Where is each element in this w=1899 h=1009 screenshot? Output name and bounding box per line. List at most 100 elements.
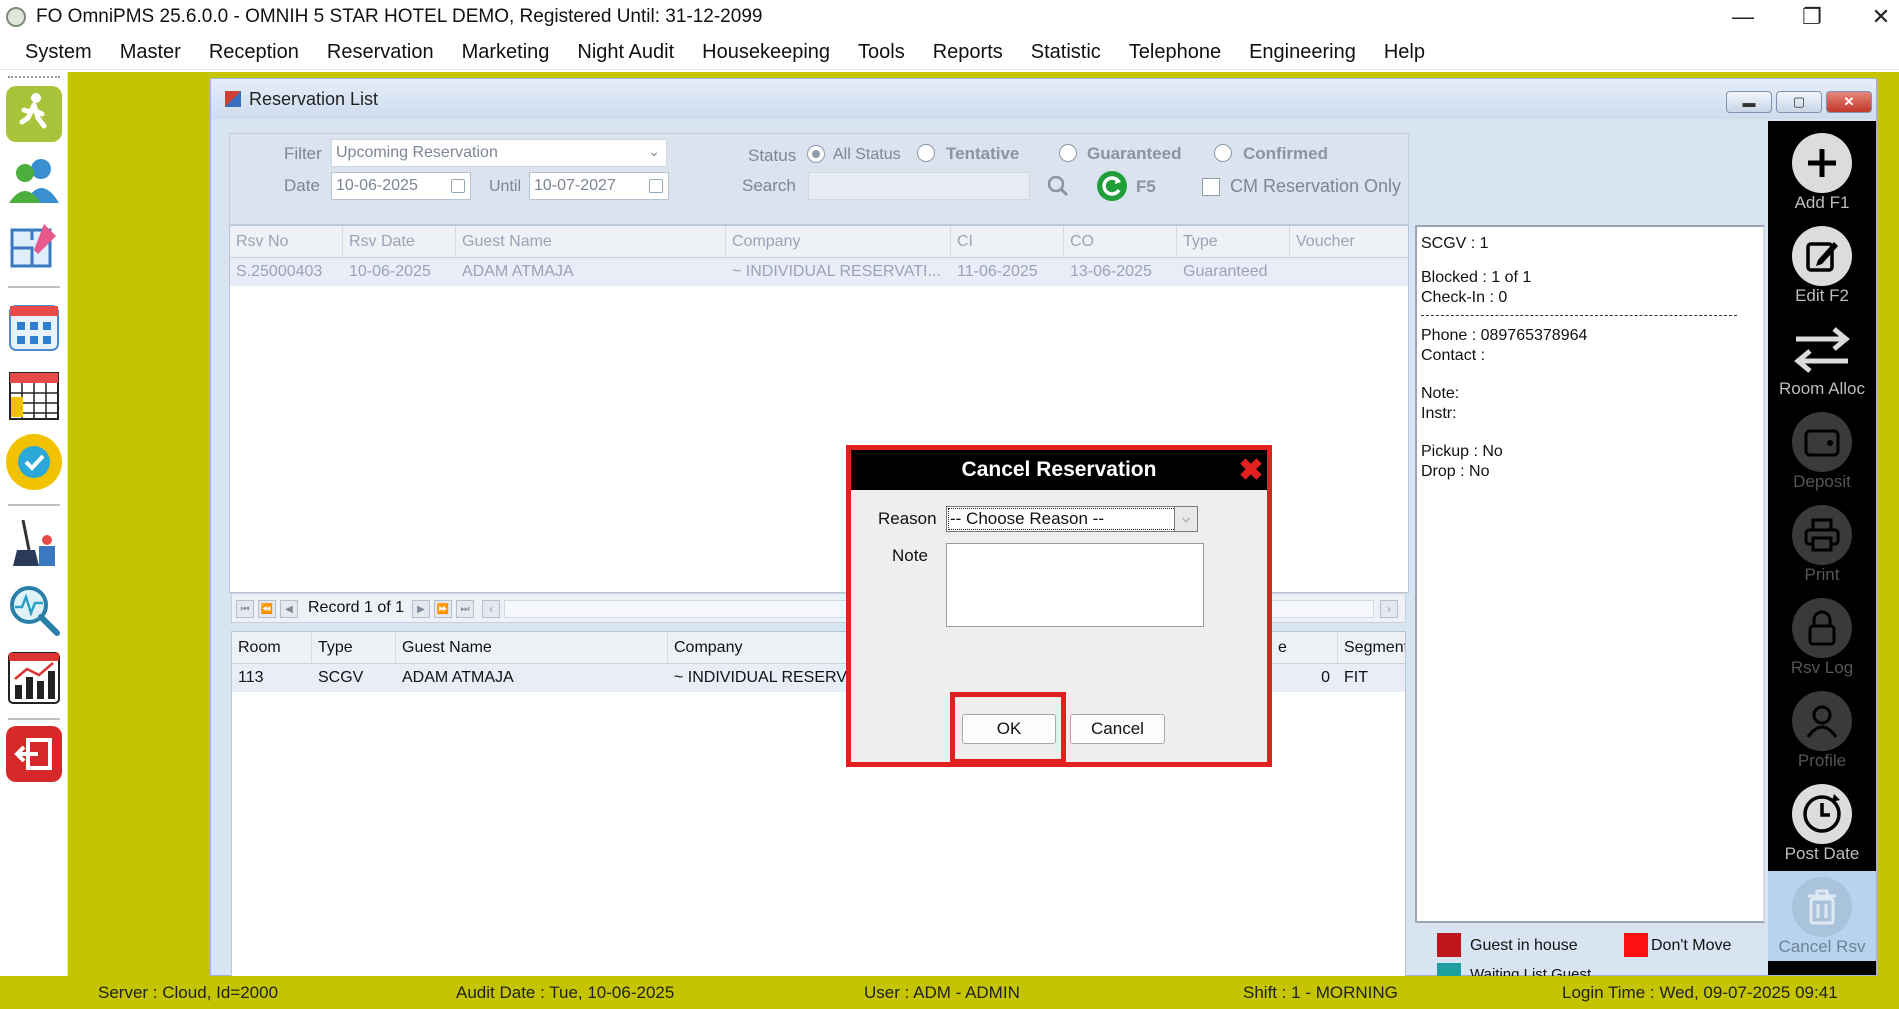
calendar-icon[interactable]: [6, 366, 62, 422]
floor-plan-icon[interactable]: [6, 218, 62, 274]
menu-reports[interactable]: Reports: [919, 41, 1017, 64]
column-header[interactable]: Room: [232, 632, 312, 664]
cm-reservation-checkbox[interactable]: [1202, 178, 1220, 196]
statistics-chart-icon[interactable]: [6, 650, 62, 706]
column-header[interactable]: Type: [1177, 226, 1290, 258]
menu-telephone[interactable]: Telephone: [1115, 41, 1235, 64]
column-header[interactable]: Segment: [1338, 632, 1405, 664]
cancel-button[interactable]: Cancel: [1070, 714, 1165, 744]
waiting-list-label: Waiting List Guest: [1470, 966, 1592, 977]
until-field[interactable]: 10-07-2027: [529, 172, 669, 200]
reservation-info-panel: SCGV : 1 Blocked : 1 of 1 Check-In : 0 P…: [1415, 225, 1765, 923]
window-minimize-button[interactable]: ▬: [1726, 91, 1772, 113]
last-record-icon[interactable]: ⏭: [456, 600, 474, 618]
close-button[interactable]: ✕: [1853, 0, 1899, 34]
menu-reception[interactable]: Reception: [195, 41, 313, 64]
contact-text: Contact :: [1421, 347, 1486, 364]
walk-in-icon[interactable]: [6, 86, 62, 142]
room-grid-icon[interactable]: [6, 298, 62, 354]
column-header[interactable]: e: [1272, 632, 1338, 664]
status-confirmed-radio[interactable]: [1214, 144, 1232, 162]
deposit-button[interactable]: Deposit: [1768, 406, 1876, 496]
menu-tools[interactable]: Tools: [844, 41, 919, 64]
ok-button[interactable]: OK: [962, 714, 1056, 744]
column-header[interactable]: Rsv No: [230, 226, 343, 258]
title-bar: FO OmniPMS 25.6.0.0 - OMNIH 5 STAR HOTEL…: [0, 0, 1899, 34]
post-date-button[interactable]: Post Date: [1768, 778, 1876, 868]
menu-night-audit[interactable]: Night Audit: [563, 41, 688, 64]
column-header[interactable]: Rsv Date: [343, 226, 456, 258]
search-icon[interactable]: [1040, 172, 1076, 200]
refresh-icon[interactable]: [1094, 168, 1130, 204]
search-input[interactable]: [808, 172, 1030, 200]
note-label: Note: [892, 546, 928, 565]
room-alloc-button[interactable]: Room Alloc: [1768, 313, 1876, 403]
column-header[interactable]: Company: [726, 226, 951, 258]
menu-engineering[interactable]: Engineering: [1235, 41, 1370, 64]
menu-marketing[interactable]: Marketing: [448, 41, 564, 64]
status-all-radio[interactable]: [807, 145, 825, 163]
window-maximize-button[interactable]: ▢: [1776, 91, 1822, 113]
status-label: Status: [748, 146, 797, 165]
status-guaranteed-radio[interactable]: [1059, 144, 1077, 162]
column-header[interactable]: Guest Name: [456, 226, 726, 258]
scroll-left-icon[interactable]: ‹: [482, 600, 500, 618]
print-button[interactable]: Print: [1768, 499, 1876, 589]
app-logo-icon: [6, 7, 26, 27]
date-value: 10-06-2025: [336, 177, 418, 194]
co-cell: 13-06-2025: [1070, 263, 1152, 280]
menu-master[interactable]: Master: [106, 41, 195, 64]
prev-page-icon[interactable]: ⏪: [258, 600, 276, 618]
status-bar: Server : Cloud, Id=2000 Audit Date : Tue…: [0, 976, 1899, 1009]
calendar-picker-icon[interactable]: [649, 179, 663, 193]
menu-system[interactable]: System: [0, 41, 106, 64]
edit-reservation-button[interactable]: Edit F2: [1768, 220, 1876, 310]
filter-dropdown[interactable]: Upcoming Reservation ⌄: [331, 139, 667, 167]
column-header[interactable]: Guest Name: [396, 632, 668, 664]
prev-record-icon[interactable]: ◀: [280, 600, 298, 618]
calendar-picker-icon[interactable]: [451, 179, 465, 193]
status-tentative-radio[interactable]: [917, 144, 935, 162]
restore-button[interactable]: ❐: [1784, 0, 1840, 34]
column-header[interactable]: Type: [312, 632, 396, 664]
next-record-icon[interactable]: ▶: [412, 600, 430, 618]
guest-name-cell: ADAM ATMAJA: [402, 669, 514, 686]
cancel-reservation-dialog: Cancel Reservation ✖ Reason -- Choose Re…: [846, 445, 1272, 767]
reason-dropdown[interactable]: -- Choose Reason --: [946, 506, 1178, 532]
column-header[interactable]: Voucher: [1290, 226, 1408, 258]
first-record-icon[interactable]: ⏮: [236, 600, 254, 618]
column-header[interactable]: CI: [951, 226, 1064, 258]
logout-icon[interactable]: [6, 726, 62, 782]
menu-help[interactable]: Help: [1370, 41, 1439, 64]
date-field[interactable]: 10-06-2025: [331, 172, 471, 200]
column-header[interactable]: CO: [1064, 226, 1177, 258]
menu-reservation[interactable]: Reservation: [313, 41, 448, 64]
chevron-down-icon[interactable]: ⌵: [1174, 506, 1198, 532]
window-close-button[interactable]: ✕: [1826, 91, 1872, 113]
shift-status: Shift : 1 - MORNING: [1243, 983, 1398, 1002]
note-text: Note:: [1421, 385, 1460, 402]
room-type-cell: SCGV: [318, 669, 364, 686]
search-analytics-icon[interactable]: [6, 582, 62, 638]
note-textarea[interactable]: [946, 543, 1204, 627]
refresh-shortcut-label: F5: [1136, 177, 1156, 196]
wallet-icon: [1792, 412, 1852, 472]
table-row[interactable]: S.25000403 10-06-2025 ADAM ATMAJA ~ INDI…: [230, 258, 1408, 286]
status-guaranteed-label: Guaranteed: [1087, 144, 1182, 163]
profile-button[interactable]: Profile: [1768, 685, 1876, 775]
minimize-button[interactable]: —: [1715, 0, 1771, 34]
scroll-right-icon[interactable]: ›: [1380, 600, 1398, 618]
housekeeping-icon[interactable]: [6, 514, 62, 570]
next-page-icon[interactable]: ⏩: [434, 600, 452, 618]
menu-housekeeping[interactable]: Housekeeping: [688, 41, 844, 64]
availability-icon[interactable]: [6, 434, 62, 490]
guests-icon[interactable]: [6, 152, 62, 208]
lock-icon: [1792, 598, 1852, 658]
rsv-log-button[interactable]: Rsv Log: [1768, 592, 1876, 682]
filter-panel: Filter Upcoming Reservation ⌄ Date 10-06…: [229, 133, 1409, 225]
add-reservation-button[interactable]: Add F1: [1768, 127, 1876, 217]
menu-statistic[interactable]: Statistic: [1017, 41, 1115, 64]
action-toolbar: Add F1 Edit F2 Room Alloc Deposit Print: [1768, 121, 1876, 975]
cancel-reservation-button[interactable]: Cancel Rsv: [1768, 871, 1876, 961]
dialog-close-icon[interactable]: ✖: [1235, 454, 1267, 487]
